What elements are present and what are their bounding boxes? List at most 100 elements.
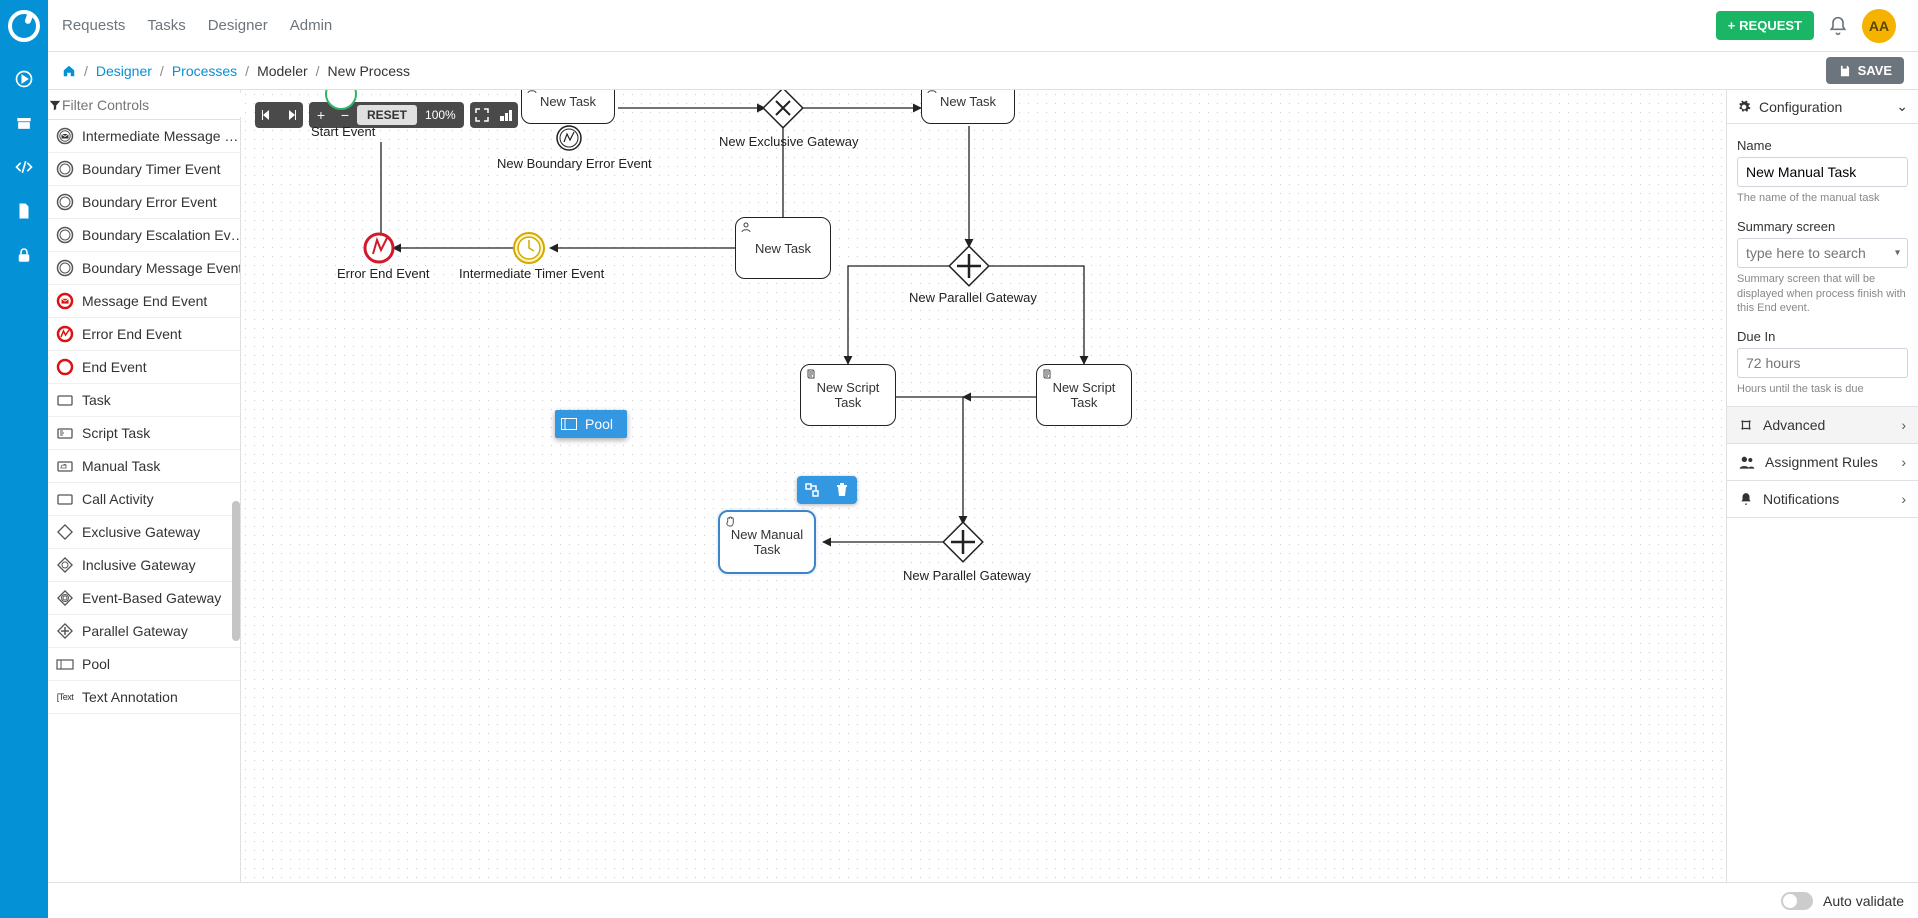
palette-item[interactable]: Intermediate Message … (48, 120, 240, 153)
palette-item-icon (56, 193, 74, 211)
palette-item[interactable]: End Event (48, 351, 240, 384)
manual-task[interactable]: New Manual Task (718, 510, 816, 574)
advanced-accordion[interactable]: Advanced › (1727, 407, 1918, 444)
summary-help: Summary screen that will be displayed wh… (1737, 272, 1908, 315)
nav-designer[interactable]: Designer (208, 17, 268, 34)
palette-item[interactable]: Inclusive Gateway (48, 549, 240, 582)
palette-scrollbar[interactable] (232, 120, 240, 882)
notifications-label: Notifications (1763, 491, 1839, 507)
users-icon (1739, 455, 1755, 469)
palette-item-icon (56, 358, 74, 376)
avatar[interactable]: AA (1862, 9, 1896, 43)
boundary-error-node[interactable] (557, 126, 581, 150)
rail-play-icon[interactable] (13, 68, 35, 90)
bell-icon (1739, 492, 1753, 506)
palette: Intermediate Message …Boundary Timer Eve… (48, 90, 241, 882)
palette-item-label: Parallel Gateway (82, 623, 188, 639)
nav-admin[interactable]: Admin (290, 17, 333, 34)
palette-item[interactable]: [TextText Annotation (48, 681, 240, 714)
notifications-accordion[interactable]: Notifications › (1727, 481, 1918, 518)
palette-item[interactable]: Call Activity (48, 483, 240, 516)
parallel-gateway-1-node[interactable] (949, 246, 989, 286)
rail-archive-icon[interactable] (13, 112, 35, 134)
auto-validate-toggle[interactable] (1781, 892, 1813, 910)
palette-item[interactable]: Boundary Message Event (48, 252, 240, 285)
palette-item-icon (56, 589, 74, 607)
parallel-gw2-label: New Parallel Gateway (903, 568, 1031, 583)
timer-event-node[interactable] (514, 233, 544, 263)
user-icon (741, 222, 753, 234)
palette-item[interactable]: Boundary Timer Event (48, 153, 240, 186)
palette-item-label: Inclusive Gateway (82, 557, 196, 573)
palette-item[interactable]: Boundary Escalation Ev… (48, 219, 240, 252)
name-label: Name (1737, 138, 1908, 153)
inspector-header[interactable]: Configuration ⌄ (1727, 90, 1918, 124)
chevron-right-icon: › (1901, 454, 1906, 470)
task-top-left[interactable]: New Task (521, 90, 615, 124)
dragging-pool[interactable]: Pool (555, 410, 627, 438)
task-mid[interactable]: New Task (735, 217, 831, 279)
rail-code-icon[interactable] (13, 156, 35, 178)
advanced-label: Advanced (1763, 417, 1825, 433)
breadcrumb-modeler: Modeler (257, 63, 308, 79)
left-rail (0, 52, 48, 918)
palette-item[interactable]: Event-Based Gateway (48, 582, 240, 615)
name-field[interactable] (1737, 157, 1908, 187)
summary-label: Summary screen (1737, 219, 1908, 234)
save-button[interactable]: SAVE (1826, 57, 1904, 84)
palette-item[interactable]: Pool (48, 648, 240, 681)
chevron-down-icon: ⌄ (1896, 98, 1908, 115)
nav-tasks[interactable]: Tasks (147, 17, 185, 34)
summary-field[interactable] (1737, 238, 1908, 268)
breadcrumb-designer[interactable]: Designer (96, 63, 152, 79)
script-icon (806, 369, 818, 381)
assignment-accordion[interactable]: Assignment Rules › (1727, 444, 1918, 481)
timer-label: Intermediate Timer Event (459, 266, 604, 281)
dragging-pool-label: Pool (585, 416, 613, 432)
sliders-icon (1739, 418, 1753, 432)
error-end-event-node[interactable] (365, 234, 393, 262)
connect-button[interactable] (797, 476, 827, 504)
rail-lock-icon[interactable] (13, 244, 35, 266)
task-top-right[interactable]: New Task (921, 90, 1015, 124)
palette-item[interactable]: Task (48, 384, 240, 417)
request-button[interactable]: + REQUEST (1716, 11, 1814, 40)
palette-item[interactable]: Script Task (48, 417, 240, 450)
script-task-1[interactable]: New Script Task (800, 364, 896, 426)
flow-edges (241, 90, 1726, 882)
filter-input[interactable] (62, 93, 243, 117)
save-button-label: SAVE (1858, 63, 1892, 78)
plus-icon: + (1728, 18, 1736, 33)
script-icon (1042, 369, 1054, 381)
palette-item-label: Error End Event (82, 326, 182, 342)
chevron-right-icon: › (1901, 417, 1906, 433)
task-top-left-label: New Task (540, 94, 596, 109)
canvas[interactable]: + − RESET 100% (241, 90, 1726, 882)
palette-item[interactable]: Error End Event (48, 318, 240, 351)
parallel-gateway-2-node[interactable] (943, 522, 983, 562)
nav-requests[interactable]: Requests (62, 17, 125, 34)
palette-item-icon (56, 160, 74, 178)
start-event-node[interactable] (326, 90, 356, 109)
app-logo[interactable] (0, 0, 48, 52)
palette-item[interactable]: Exclusive Gateway (48, 516, 240, 549)
palette-item-label: Boundary Error Event (82, 194, 217, 210)
script-task-2[interactable]: New Script Task (1036, 364, 1132, 426)
due-field[interactable] (1737, 348, 1908, 378)
filter-icon[interactable] (48, 98, 62, 112)
bell-icon[interactable] (1828, 16, 1848, 36)
start-event-label: Start Event (311, 124, 375, 139)
caret-icon: ▾ (1895, 248, 1900, 259)
palette-item-icon (56, 655, 74, 673)
palette-item[interactable]: Boundary Error Event (48, 186, 240, 219)
breadcrumb-processes[interactable]: Processes (172, 63, 237, 79)
exclusive-gateway-node[interactable] (763, 90, 803, 128)
palette-item[interactable]: Parallel Gateway (48, 615, 240, 648)
name-help: The name of the manual task (1737, 191, 1908, 205)
due-help: Hours until the task is due (1737, 382, 1908, 396)
palette-item[interactable]: Message End Event (48, 285, 240, 318)
palette-item[interactable]: Manual Task (48, 450, 240, 483)
rail-file-icon[interactable] (13, 200, 35, 222)
delete-button[interactable] (827, 476, 857, 504)
breadcrumb-home-icon[interactable] (62, 64, 76, 78)
